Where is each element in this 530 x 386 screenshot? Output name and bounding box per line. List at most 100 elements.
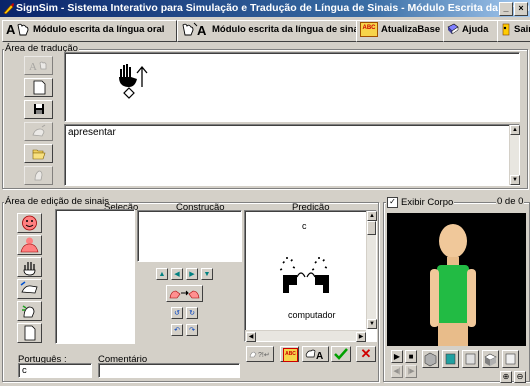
construction-canvas[interactable]: [137, 210, 242, 262]
update-base-label: AtualizaBase: [381, 24, 441, 35]
portugues-value: c: [22, 365, 27, 376]
prediction-scroll-down[interactable]: ▼: [367, 319, 377, 329]
oral-writing-module-button[interactable]: A Módulo escrita da língua oral: [2, 20, 177, 42]
confirm-button[interactable]: [331, 346, 351, 362]
view-side-button[interactable]: [462, 350, 479, 368]
floppy-disk-icon: [34, 104, 44, 114]
face-icon: [22, 215, 37, 231]
prediction-scroll-thumb[interactable]: [367, 221, 376, 235]
open-folder-button[interactable]: [24, 144, 53, 163]
help-button[interactable]: Ajuda: [443, 20, 499, 42]
abc-spell-button[interactable]: ABC: [280, 346, 299, 362]
mirror-hands-icon: [169, 290, 200, 299]
help-label: Ajuda: [462, 24, 489, 35]
abc-book-icon: ABC: [360, 21, 378, 37]
top-face-icon: [484, 353, 497, 366]
rotate-left-button[interactable]: ↺: [171, 307, 183, 319]
contact-hand-icon: [22, 305, 35, 318]
undo-button[interactable]: ↶: [171, 324, 183, 336]
mirror-button[interactable]: [166, 285, 203, 302]
svg-text:A: A: [197, 23, 207, 36]
prediction-scroll-left[interactable]: ◀: [246, 332, 256, 342]
exibir-corpo-label: Exibir Corpo: [401, 196, 454, 208]
prediction-scroll-up[interactable]: ▲: [367, 211, 377, 221]
portugues-input[interactable]: c: [18, 363, 92, 378]
translate-sign-button[interactable]: [24, 122, 53, 141]
comentario-input[interactable]: [98, 363, 240, 378]
move-left-button[interactable]: ◀: [171, 268, 183, 280]
body-icon: [20, 237, 39, 253]
hand-arrow-icon: [32, 124, 46, 137]
cancel-button[interactable]: ✕: [356, 346, 376, 362]
avatar-viewport[interactable]: [387, 213, 526, 346]
move-right-button[interactable]: ▶: [186, 268, 198, 280]
move-up-button[interactable]: ▲: [156, 268, 168, 280]
sign-writing-module-label: Módulo escrita da língua de sinais: [212, 24, 358, 35]
zoom-out-button[interactable]: ⊖: [514, 371, 526, 383]
translation-text: apresentar: [68, 127, 116, 138]
new-document-button[interactable]: [24, 78, 53, 97]
svg-text:A: A: [316, 351, 323, 361]
stop-button[interactable]: ■: [405, 350, 417, 363]
redo-button[interactable]: ↷: [186, 324, 198, 336]
view-top-button[interactable]: [482, 350, 499, 368]
hand-letter-small-icon: A: [305, 349, 323, 362]
sign-enter-icon: ?!↵: [249, 351, 270, 359]
prediction-vscroll[interactable]: ▲ ▼: [366, 211, 377, 329]
rotate-right-button[interactable]: ↻: [186, 307, 198, 319]
exibir-corpo-checkbox[interactable]: ✓ Exibir Corpo: [386, 196, 455, 208]
face-symbols-button[interactable]: [17, 213, 42, 233]
prediction-query: c: [302, 221, 307, 231]
hand-symbols-button[interactable]: [17, 257, 42, 277]
save-button[interactable]: [24, 100, 53, 119]
hand-letter-button[interactable]: A: [302, 346, 329, 362]
forward-button[interactable]: |▶: [405, 365, 417, 378]
view-front-button[interactable]: [442, 350, 459, 368]
check-icon: [334, 348, 348, 360]
scroll-down-arrow[interactable]: ▼: [510, 175, 520, 185]
prediction-scroll-right[interactable]: ▶: [356, 332, 366, 342]
move-down-button[interactable]: ▼: [201, 268, 213, 280]
rewind-button[interactable]: ◀|: [391, 365, 403, 378]
blank-page-button[interactable]: [17, 323, 42, 343]
hand-sign-icon: A: [182, 23, 207, 36]
window-controls: _ ×: [499, 2, 528, 16]
sign-hand-button[interactable]: [24, 166, 53, 185]
sign-return-button[interactable]: ?!↵: [246, 346, 274, 362]
sign-writing-module-button[interactable]: A Módulo escrita da língua de sinais: [177, 20, 358, 42]
new-page-icon: [33, 80, 46, 95]
open-folder-icon: [32, 149, 46, 160]
play-button[interactable]: ▶: [391, 350, 403, 363]
letter-a-hand-icon: A: [29, 61, 47, 73]
view-cube-button[interactable]: [422, 350, 439, 368]
front-face-icon: [445, 353, 456, 365]
contact-symbols-button[interactable]: [17, 301, 42, 321]
view-back-button[interactable]: [502, 350, 519, 368]
window-title: SignSim - Sistema Interativo para Simula…: [16, 2, 530, 14]
translation-text-box[interactable]: apresentar ▲ ▼: [64, 124, 520, 186]
hand-pointer-icon: [34, 170, 43, 181]
svg-text:A: A: [6, 22, 16, 36]
app-icon: [3, 3, 14, 14]
body-symbols-button[interactable]: [17, 235, 42, 255]
signwriting-symbol: [119, 64, 148, 99]
side-face-icon: [465, 353, 476, 365]
minimize-button[interactable]: _: [499, 2, 513, 16]
hand-movement-icon: [20, 281, 38, 294]
translation-scrollbar[interactable]: ▲ ▼: [509, 125, 520, 185]
exit-button[interactable]: Sair: [497, 20, 530, 42]
exit-label: Sair: [514, 24, 530, 35]
abc-badge-icon: ABC: [283, 348, 298, 362]
selection-list[interactable]: [55, 209, 135, 344]
zoom-in-button[interactable]: ⊕: [500, 371, 512, 383]
prediction-panel[interactable]: c computador ▲ ▼ ◀ ▶: [244, 210, 377, 342]
abc-sign-button[interactable]: A: [24, 56, 53, 75]
svg-text:?!↵: ?!↵: [258, 352, 270, 359]
main-toolbar: A Módulo escrita da língua oral A Módulo…: [0, 18, 530, 42]
sign-writing-canvas[interactable]: [64, 52, 520, 122]
prediction-hscroll[interactable]: ◀ ▶: [245, 330, 366, 342]
movement-symbols-button[interactable]: [17, 279, 42, 299]
close-button[interactable]: ×: [514, 2, 528, 16]
update-base-button[interactable]: ABC AtualizaBase: [356, 20, 445, 42]
scroll-up-arrow[interactable]: ▲: [510, 125, 520, 135]
